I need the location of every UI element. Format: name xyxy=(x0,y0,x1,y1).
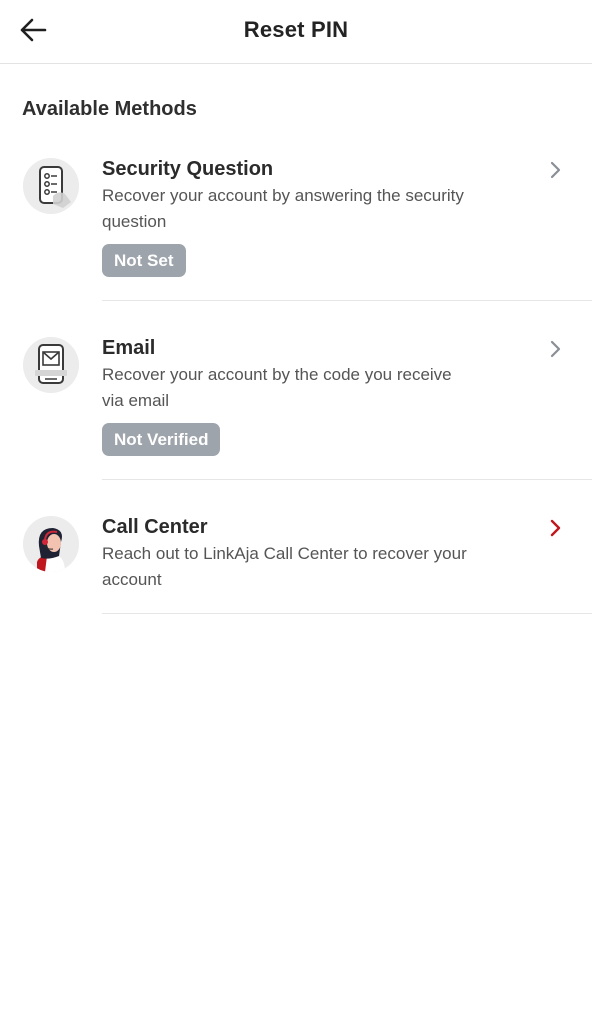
method-title: Email xyxy=(102,337,156,359)
app-header: Reset PIN xyxy=(0,0,592,64)
status-badge: Not Set xyxy=(102,244,186,277)
method-title: Call Center xyxy=(102,516,208,538)
method-title: Security Question xyxy=(102,158,274,180)
method-description: Recover your account by answering the se… xyxy=(102,186,464,231)
section-title: Available Methods xyxy=(22,98,197,120)
phone-security-question-icon xyxy=(23,158,79,214)
method-description: Recover your account by the code you rec… xyxy=(102,365,452,410)
method-description: Reach out to LinkAja Call Center to reco… xyxy=(102,544,467,589)
divider xyxy=(102,479,592,480)
phone-email-icon xyxy=(23,337,79,393)
divider xyxy=(102,300,592,301)
divider xyxy=(102,613,592,614)
chevron-right-icon xyxy=(550,519,561,537)
method-security-question[interactable]: Security Question Recover your account b… xyxy=(0,150,592,302)
chevron-right-icon xyxy=(550,161,561,179)
method-email[interactable]: Email Recover your account by the code y… xyxy=(0,329,592,481)
call-center-agent-icon xyxy=(23,516,79,572)
chevron-right-icon xyxy=(550,340,561,358)
method-call-center[interactable]: Call Center Reach out to LinkAja Call Ce… xyxy=(0,508,592,614)
page-title: Reset PIN xyxy=(243,17,349,42)
status-badge: Not Verified xyxy=(102,423,221,456)
